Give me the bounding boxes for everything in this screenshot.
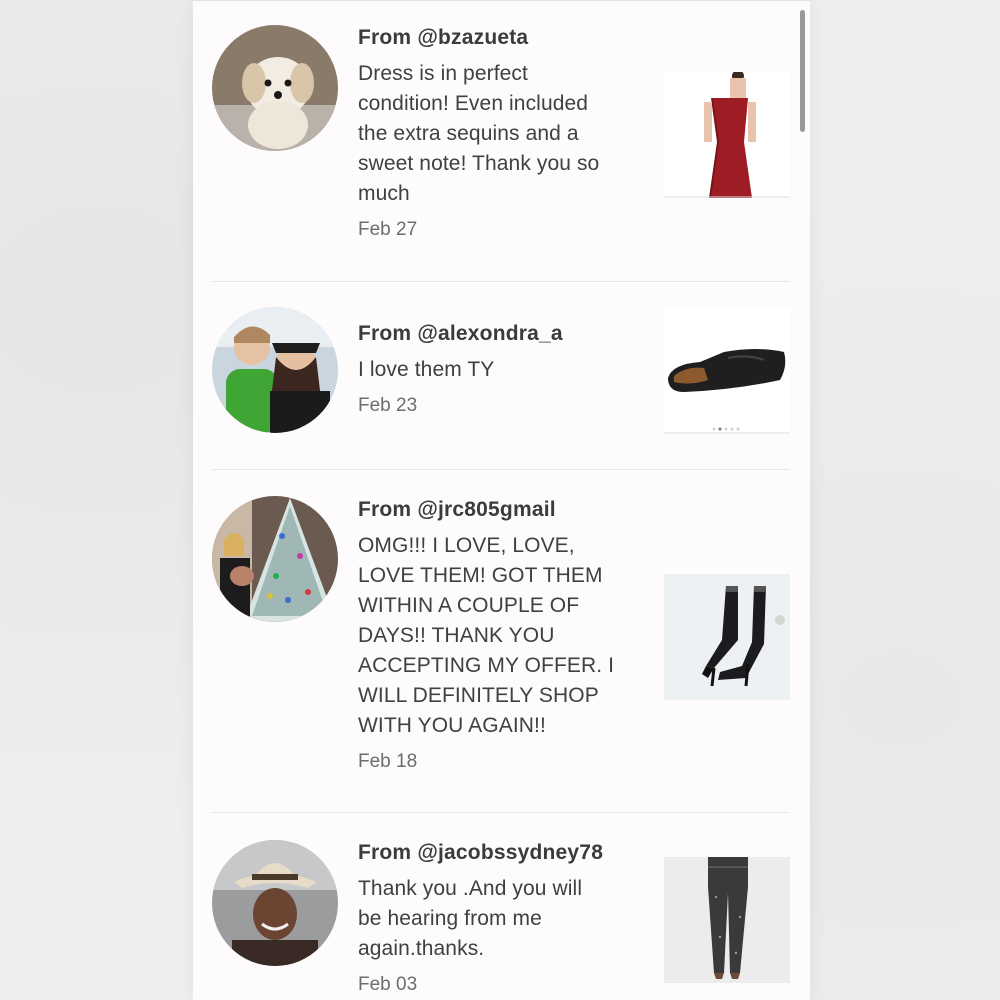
black-sock-boots-icon[interactable] [664,574,790,700]
red-sequin-dress-icon[interactable] [664,72,790,198]
top-divider [193,0,810,1]
black-loafer-shoe-icon[interactable] [664,308,790,434]
review-date: Feb 27 [358,219,418,240]
review-author[interactable]: From @jrc805gmail [358,498,556,522]
scrollbar-thumb[interactable] [800,10,805,132]
review-date: Feb 23 [358,395,418,416]
review-message: OMG!!! I LOVE, LOVE, LOVE THEM! GOT THEM… [358,534,615,737]
review-date: Feb 03 [358,974,418,995]
dog-avatar-icon[interactable] [212,25,338,151]
review-author[interactable]: From @jacobssydney78 [358,841,603,865]
review-message: I love them TY [358,358,495,381]
sequin-pants-icon[interactable] [664,857,790,983]
review-divider [212,281,790,282]
christmas-tree-avatar-icon[interactable] [212,496,338,622]
two-people-avatar-icon[interactable] [212,307,338,433]
reviews-panel[interactable]: From @bzazueta Dress is in perfect condi… [193,0,810,1000]
review-divider [212,812,790,813]
review-date: Feb 18 [358,751,418,772]
woman-hat-avatar-icon[interactable] [212,840,338,966]
review-message: Thank you .And you will be hearing from … [358,877,583,960]
review-author[interactable]: From @bzazueta [358,26,528,50]
review-message: Dress is in perfect condition! Even incl… [358,62,600,205]
review-divider [212,469,790,470]
review-author[interactable]: From @alexondra_a [358,322,563,346]
